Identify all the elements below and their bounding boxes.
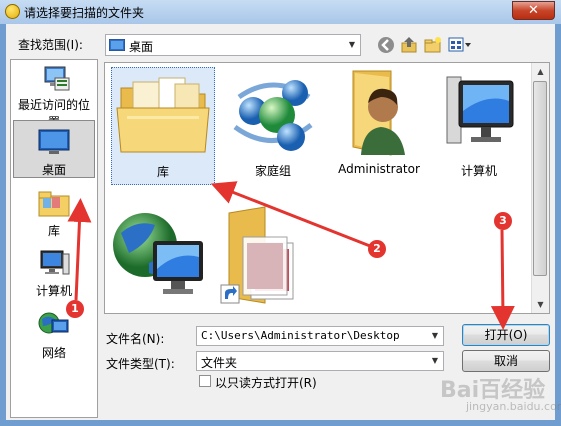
- place-label: 库: [47, 224, 60, 238]
- open-button[interactable]: 打开(O): [462, 324, 550, 346]
- close-button[interactable]: ✕: [512, 1, 555, 20]
- lookin-label: 查找范围(I):: [18, 38, 83, 52]
- user-folder-icon: [352, 70, 405, 156]
- recent-places-icon: [44, 66, 70, 91]
- file-item-label: 计算机: [460, 164, 497, 178]
- computer-icon: [40, 250, 70, 275]
- file-item-shortcut-folder[interactable]: [213, 203, 317, 313]
- place-label: 桌面: [41, 163, 66, 177]
- dialog-window: 请选择要扫描的文件夹 ✕ 查找范围(I): 桌面 ▼ 最近访问的位 桌面 库 计…: [0, 0, 561, 426]
- watermark-url: jingyan.baidu.com: [466, 400, 561, 413]
- computer-icon: [446, 76, 514, 144]
- place-desktop[interactable]: 桌面: [13, 120, 95, 178]
- cancel-button[interactable]: 取消: [462, 350, 550, 372]
- file-list-view[interactable]: 库 家庭组 Administrator 计算机 ▲ ▼: [104, 62, 550, 314]
- chevron-down-icon[interactable]: ▼: [427, 327, 443, 345]
- place-computer[interactable]: 计算机: [13, 248, 95, 300]
- filetype-value: 文件夹: [201, 356, 238, 370]
- shortcut-folder-icon: [220, 206, 294, 304]
- dialog-client: 查找范围(I): 桌面 ▼ 最近访问的位 桌面 库 计算机 网络 库 家庭组 A…: [6, 24, 555, 420]
- network-globe-icon: [113, 213, 203, 294]
- scroll-down-icon[interactable]: ▼: [532, 296, 549, 313]
- places-bar: 最近访问的位置 桌面 库 计算机: [10, 59, 98, 418]
- app-icon: [5, 4, 20, 19]
- place-recent[interactable]: 最近访问的位置: [13, 64, 95, 129]
- library-icon: [38, 191, 70, 217]
- lookin-value: 桌面: [129, 40, 154, 54]
- place-network[interactable]: 网络: [13, 310, 95, 362]
- file-item-library[interactable]: 库: [111, 67, 215, 185]
- file-item-administrator[interactable]: Administrator: [327, 67, 431, 185]
- filetype-combobox[interactable]: 文件夹 ▼: [196, 351, 444, 371]
- desktop-icon: [109, 39, 125, 51]
- readonly-label: 以只读方式打开(R): [215, 376, 317, 390]
- chevron-down-icon[interactable]: ▼: [344, 35, 360, 55]
- filetype-label: 文件类型(T):: [106, 357, 175, 371]
- readonly-checkbox[interactable]: [199, 375, 211, 387]
- annotation-badge-2: 2: [368, 240, 386, 258]
- title-bar[interactable]: 请选择要扫描的文件夹 ✕: [0, 0, 561, 24]
- file-item-label: Administrator: [338, 162, 420, 176]
- annotation-badge-1: 1: [66, 300, 84, 318]
- place-label: 计算机: [35, 284, 72, 298]
- filename-value: C:\Users\Administrator\Desktop: [201, 329, 400, 342]
- window-title: 请选择要扫描的文件夹: [24, 6, 145, 20]
- file-item-network[interactable]: [109, 203, 213, 313]
- file-item-label: 家庭组: [254, 164, 291, 178]
- file-item-homegroup[interactable]: 家庭组: [221, 67, 325, 185]
- place-label: 网络: [41, 346, 66, 360]
- annotation-badge-3: 3: [494, 212, 512, 230]
- place-library[interactable]: 库: [13, 188, 95, 238]
- library-folder-icon: [116, 77, 210, 153]
- filename-combobox[interactable]: C:\Users\Administrator\Desktop ▼: [196, 326, 444, 346]
- scroll-up-icon[interactable]: ▲: [532, 63, 549, 80]
- up-folder-icon[interactable]: [400, 36, 418, 54]
- view-menu-icon[interactable]: [448, 36, 472, 54]
- back-icon[interactable]: [377, 36, 395, 54]
- desktop-icon: [38, 129, 70, 154]
- chevron-down-icon[interactable]: ▼: [427, 352, 443, 370]
- file-item-label: 库: [156, 165, 169, 179]
- new-folder-icon[interactable]: [424, 36, 442, 54]
- file-item-computer[interactable]: 计算机: [427, 67, 531, 185]
- homegroup-icon: [233, 80, 313, 151]
- vertical-scrollbar[interactable]: ▲ ▼: [531, 63, 549, 313]
- network-icon: [38, 312, 69, 334]
- scrollbar-thumb[interactable]: [533, 81, 547, 276]
- close-icon: ✕: [528, 3, 539, 18]
- filename-label: 文件名(N):: [106, 332, 165, 346]
- lookin-combobox[interactable]: 桌面 ▼: [105, 34, 361, 56]
